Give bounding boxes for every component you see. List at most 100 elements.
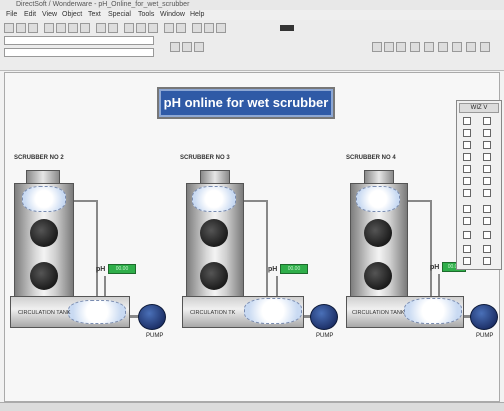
packing-port <box>200 219 228 247</box>
zoom-icon[interactable] <box>204 23 214 33</box>
pipe <box>430 200 432 296</box>
script-icon[interactable] <box>410 42 420 52</box>
tagname-icon[interactable] <box>396 42 406 52</box>
ph-display[interactable]: 00.00 <box>280 264 308 274</box>
scrubber-cap <box>26 170 60 184</box>
line-icon[interactable] <box>483 129 491 137</box>
pipe <box>408 200 430 202</box>
undo-icon[interactable] <box>96 23 106 33</box>
menu-edit[interactable]: Edit <box>24 10 36 20</box>
ph-label: pH <box>96 266 106 273</box>
tank-label: CIRCULATION TANK <box>18 310 71 316</box>
mist-cloud <box>22 186 66 212</box>
menu-view[interactable]: View <box>42 10 57 20</box>
flip-icon[interactable] <box>483 217 491 225</box>
pipe <box>244 200 266 202</box>
runtime-icon[interactable] <box>372 42 382 52</box>
open-file-icon[interactable] <box>16 23 26 33</box>
new-file-icon[interactable] <box>4 23 14 33</box>
menu-object[interactable]: Object <box>62 10 82 20</box>
arrow-left-icon[interactable] <box>480 42 490 52</box>
ph-display[interactable]: 00.00 <box>108 264 136 274</box>
menu-text[interactable]: Text <box>88 10 101 20</box>
lock-icon[interactable] <box>483 245 491 253</box>
scrubber-cap <box>200 170 230 184</box>
symbol-icon[interactable] <box>483 177 491 185</box>
packing-port <box>30 262 58 290</box>
window-icon[interactable] <box>424 42 434 52</box>
security-icon[interactable] <box>452 42 462 52</box>
text-icon[interactable] <box>463 165 471 173</box>
bitmap-icon[interactable] <box>463 177 471 185</box>
rotate-icon[interactable] <box>463 217 471 225</box>
paste-icon[interactable] <box>80 23 90 33</box>
italic-icon[interactable] <box>182 42 192 52</box>
packing-port <box>200 262 228 290</box>
ellipse-icon[interactable] <box>483 141 491 149</box>
fill-icon[interactable] <box>463 205 471 213</box>
pump-icon[interactable] <box>470 304 498 330</box>
page-title-button[interactable]: pH online for wet scrubber <box>157 87 335 119</box>
pump-label: PUMP <box>476 333 494 339</box>
align-right-icon[interactable] <box>148 23 158 33</box>
menu-special[interactable]: Special <box>108 10 131 20</box>
wizard-icon[interactable] <box>384 42 394 52</box>
font-name-select[interactable] <box>4 36 154 45</box>
pointer-icon[interactable] <box>483 117 491 125</box>
scrubber-label: SCRUBBER NO 3 <box>180 155 230 161</box>
bold-icon[interactable] <box>170 42 180 52</box>
pump-icon[interactable] <box>310 304 338 330</box>
ph-probe <box>276 276 278 296</box>
ph-probe <box>438 274 440 296</box>
palette-icon[interactable] <box>483 257 491 265</box>
align-left-icon[interactable] <box>124 23 134 33</box>
pencil-icon[interactable] <box>463 129 471 137</box>
grid-icon[interactable] <box>192 23 202 33</box>
menu-file[interactable]: File <box>6 10 17 20</box>
ph-label: pH <box>430 264 440 271</box>
button-tool-icon[interactable] <box>483 165 491 173</box>
align-center-icon[interactable] <box>136 23 146 33</box>
brush-icon[interactable] <box>483 205 491 213</box>
scrubber-label: SCRUBBER NO 4 <box>346 155 396 161</box>
link-icon[interactable] <box>438 42 448 52</box>
trend-icon[interactable] <box>483 189 491 197</box>
align-icon[interactable] <box>463 231 471 239</box>
distribute-icon[interactable] <box>483 231 491 239</box>
tank-label: CIRCULATION TK <box>190 310 236 316</box>
group-icon[interactable] <box>164 23 174 33</box>
scrubber-cap <box>364 170 394 184</box>
menu-help[interactable]: Help <box>190 10 204 20</box>
menu-window[interactable]: Window <box>160 10 185 20</box>
redo-icon[interactable] <box>108 23 118 33</box>
packing-port <box>364 262 392 290</box>
tool-palette-header: WIZ V <box>459 103 499 113</box>
menu-tools[interactable]: Tools <box>138 10 154 20</box>
cut-icon[interactable] <box>56 23 66 33</box>
polyline-icon[interactable] <box>483 153 491 161</box>
menu-bar: File Edit View Object Text Special Tools… <box>0 10 504 20</box>
color-icon[interactable] <box>463 257 471 265</box>
pump-icon[interactable] <box>138 304 166 330</box>
chart-icon[interactable] <box>463 189 471 197</box>
tank-cloud <box>404 298 462 324</box>
font-size-select[interactable] <box>4 48 154 57</box>
packing-port <box>364 219 392 247</box>
save-icon[interactable] <box>28 23 38 33</box>
window-title: DirectSoft / Wonderware - pH_Online_for_… <box>16 1 190 8</box>
rectangle-icon[interactable] <box>463 141 471 149</box>
rounded-rect-icon[interactable] <box>463 153 471 161</box>
canvas-workspace <box>4 72 500 402</box>
print-icon[interactable] <box>44 23 54 33</box>
tank-cloud <box>244 298 302 324</box>
underline-icon[interactable] <box>194 42 204 52</box>
help-icon[interactable] <box>466 42 476 52</box>
copy-icon[interactable] <box>68 23 78 33</box>
pump-label: PUMP <box>316 333 334 339</box>
layer-icon[interactable] <box>463 245 471 253</box>
select-arrow-icon[interactable] <box>463 117 471 125</box>
ungroup-icon[interactable] <box>176 23 186 33</box>
layout-icon[interactable] <box>216 23 226 33</box>
pump-label: PUMP <box>146 333 164 339</box>
fill-color-swatch[interactable] <box>280 25 294 31</box>
